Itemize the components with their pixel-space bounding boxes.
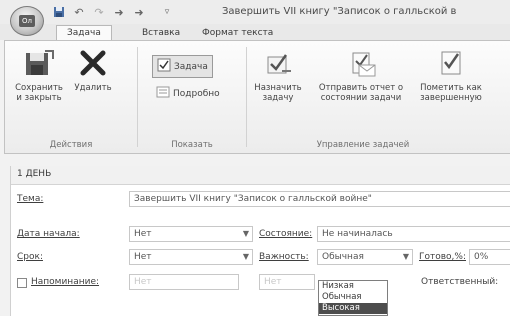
group-label-manage-task: Управление задачей [316,140,410,150]
due-date-label[interactable]: Срок: [17,252,43,262]
status-report-icon [345,47,377,79]
undo-icon[interactable]: ↶ [72,5,86,19]
redo-icon[interactable]: ↷ [92,5,106,19]
priority-option-normal[interactable]: Обычная [319,292,387,303]
office-button[interactable]: Ол [10,6,44,36]
send-status-report-button[interactable]: Отправить отчет о состоянии задачи [309,47,413,103]
group-show: Задача Подробно Показать [138,41,246,153]
task-form: 1 ДЕНЬ Тема: Завершить VII книгу "Записо… [10,166,510,316]
task-view-icon [157,58,171,75]
chevron-down-icon: ▼ [242,229,249,238]
tab-task[interactable]: Задача [56,25,112,41]
tab-insert[interactable]: Вставка [132,26,190,40]
priority-label[interactable]: Важность: [259,252,309,262]
quick-access-toolbar: ↶ ↷ ➜ ➜ ▿ [52,5,174,19]
task-view-button[interactable]: Задача [152,55,213,78]
ribbon-tabs: Задача Вставка Формат текста [0,24,510,41]
due-notice: 1 ДЕНЬ [17,169,52,179]
mark-complete-button[interactable]: Пометить как завершенную [419,47,483,103]
owner-label: Ответственный: [421,277,499,287]
delete-x-icon [77,47,109,79]
task-window: Ол ↶ ↷ ➜ ➜ ▿ Завершить VII книгу "Записо… [0,0,510,316]
up-icon[interactable]: ➜ [112,5,126,19]
status-label[interactable]: Состояние: [259,229,312,239]
details-button[interactable]: Подробно [156,85,220,102]
reminder-time-dropdown[interactable]: Нет [259,274,315,290]
subject-label[interactable]: Тема: [17,194,43,204]
start-date-dropdown[interactable]: Нет ▼ [129,226,253,242]
percent-complete-label[interactable]: Готово,%: [419,252,466,262]
assign-task-icon [262,47,294,79]
priority-dropdown[interactable]: Обычная ▼ [317,249,413,265]
priority-options-list: Низкая Обычная Высокая [318,280,388,316]
info-bar: 1 ДЕНЬ [11,166,510,185]
delete-button[interactable]: Удалить [71,47,115,93]
chevron-down-icon: ▼ [402,252,409,261]
save-icon[interactable] [52,5,66,19]
office-logo-icon: Ол [19,15,35,27]
window-title: Завершить VII книгу "Записок о галльской… [222,6,457,17]
save-close-button[interactable]: Сохранить и закрыть [11,47,67,103]
down-icon[interactable]: ➜ [132,5,146,19]
due-date-dropdown[interactable]: Нет ▼ [129,249,253,265]
group-label-actions: Действия [49,140,93,150]
assign-task-button[interactable]: Назначить задачу [251,47,305,103]
start-date-label[interactable]: Дата начала: [17,229,80,239]
mark-complete-icon [435,47,467,79]
status-dropdown[interactable]: Не начиналась [317,226,510,242]
group-manage-task: Назначить задачу Отправить отчет о состо… [247,41,510,153]
tab-format-text[interactable]: Формат текста [192,26,283,40]
reminder-checkbox[interactable] [17,278,27,288]
details-icon [156,85,170,102]
priority-option-low[interactable]: Низкая [319,281,387,292]
group-actions: Сохранить и закрыть Удалить Действия [5,41,137,153]
save-close-icon [23,47,55,79]
title-bar: Ол ↶ ↷ ➜ ➜ ▿ Завершить VII книгу "Записо… [0,0,510,36]
customize-icon[interactable]: ▿ [160,5,174,19]
reminder-date-dropdown[interactable]: Нет [129,274,239,290]
chevron-down-icon: ▼ [242,252,249,261]
reminder-label[interactable]: Напоминание: [31,277,99,287]
group-label-show: Показать [171,140,213,150]
priority-option-high[interactable]: Высокая [319,303,387,314]
percent-complete-input[interactable]: 0% [469,249,510,265]
subject-input[interactable]: Завершить VII книгу "Записок о галльской… [129,191,510,207]
ribbon: Сохранить и закрыть Удалить Действия Зад… [4,40,510,154]
